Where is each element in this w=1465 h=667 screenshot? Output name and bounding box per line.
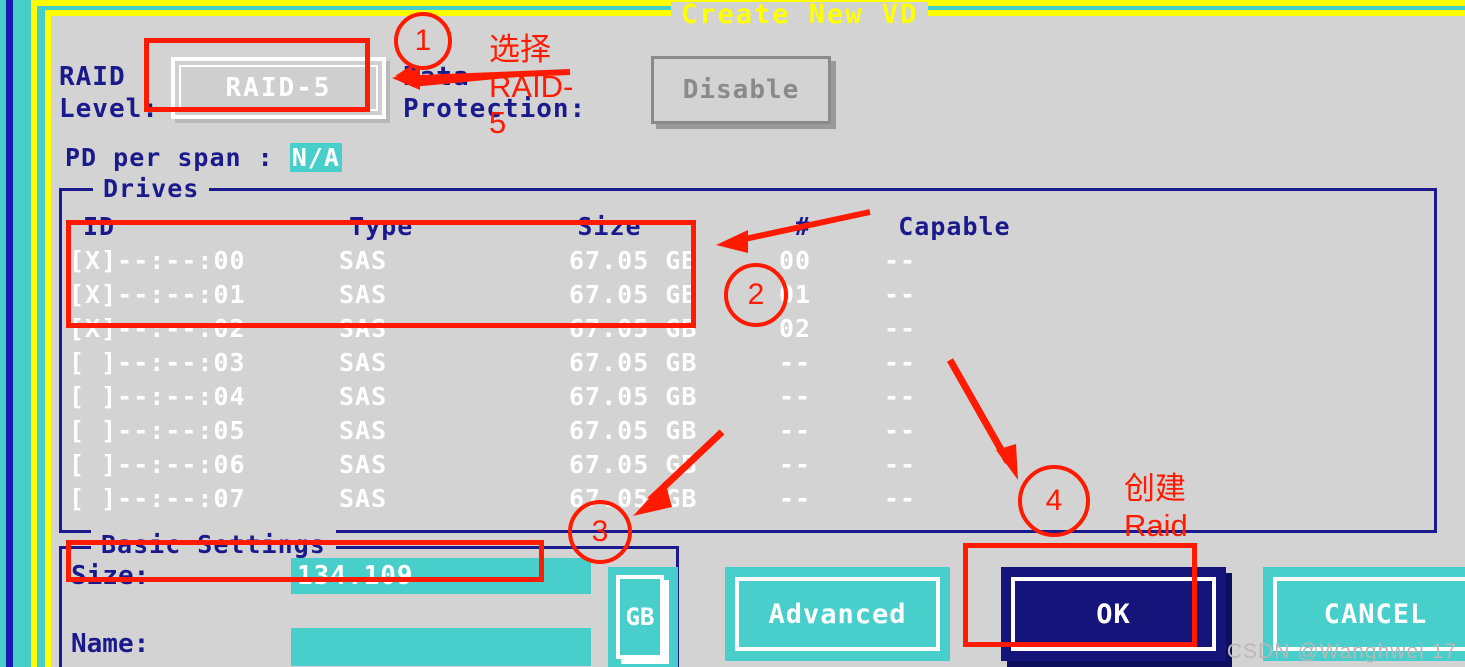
drives-panel-legend: Drives [93,174,210,203]
size-unit-value: GB [616,575,664,659]
column-header-id: ID [83,211,116,241]
drive-type: SAS [339,279,388,309]
size-input[interactable]: 134.109 [291,558,591,594]
table-row[interactable]: [ ]--:--:06 SAS 67.05 GB -- -- [69,447,1069,481]
drive-capable: -- [884,415,917,445]
drive-capable: -- [884,313,917,343]
drive-size: 67.05 GB [569,245,698,275]
data-protection-label: Data Protection: [403,61,586,125]
drive-type: SAS [339,245,388,275]
drive-id[interactable]: [ ]--:--:05 [69,416,339,445]
data-protection-label-line1: Data [403,62,470,92]
drive-size: 67.05 GB [569,347,698,377]
table-row[interactable]: [ ]--:--:05 SAS 67.05 GB -- -- [69,413,1069,447]
drive-id[interactable]: [ ]--:--:06 [69,450,339,479]
drive-size: 67.05 GB [569,381,698,411]
size-label: Size: [71,561,150,591]
table-row[interactable]: [ ]--:--:03 SAS 67.05 GB -- -- [69,345,1069,379]
drive-num: -- [779,449,812,479]
table-row[interactable]: [X]--:--:00 SAS 67.05 GB 00 -- [69,243,1069,277]
drive-type: SAS [339,313,388,343]
create-new-vd-dialog: Create New VD RAID Level: RAID-5 Data Pr… [51,1,1465,667]
raid-level-select[interactable]: RAID-5 [171,57,386,119]
drive-id[interactable]: [ ]--:--:03 [69,348,339,377]
column-header-type: Type [349,211,414,241]
drive-num: 01 [779,279,812,309]
drive-num: 00 [779,245,812,275]
data-protection-select[interactable]: Disable [651,56,831,124]
watermark: CSDN @Wanghwei 17 [1226,640,1457,663]
drive-id[interactable]: [X]--:--:01 [69,280,339,309]
ok-button-label: OK [1011,577,1216,651]
drive-num: -- [779,347,812,377]
name-input[interactable] [291,628,591,666]
drive-num: -- [779,415,812,445]
data-protection-label-line2: Protection: [403,94,587,124]
drive-capable: -- [884,381,917,411]
column-header-num: # [794,211,811,241]
size-unit-select[interactable]: GB [608,567,678,667]
pd-per-span-row: PD per span : N/A [65,143,342,172]
pd-per-span-label: PD per span : [65,143,290,172]
table-row[interactable]: [X]--:--:02 SAS 67.05 GB 02 -- [69,311,1069,345]
drive-type: SAS [339,449,388,479]
drive-size: 67.05 GB [569,279,698,309]
drive-id[interactable]: [ ]--:--:07 [69,484,339,513]
raid-level-select-value: RAID-5 [179,65,378,111]
drive-num: 02 [779,313,812,343]
advanced-button-label: Advanced [735,577,940,651]
drive-capable: -- [884,279,917,309]
drive-id[interactable]: [ ]--:--:04 [69,382,339,411]
drive-size: 67.05 GB [569,415,698,445]
drive-num: -- [779,483,812,513]
advanced-button[interactable]: Advanced [725,567,950,661]
drive-size: 67.05 GB [569,483,698,513]
table-row[interactable]: [X]--:--:01 SAS 67.05 GB 01 -- [69,277,1069,311]
drive-size: 67.05 GB [569,313,698,343]
drive-capable: -- [884,245,917,275]
drive-type: SAS [339,415,388,445]
table-row[interactable]: [ ]--:--:04 SAS 67.05 GB -- -- [69,379,1069,413]
name-label: Name: [71,629,150,659]
drive-capable: -- [884,347,917,377]
data-protection-select-value: Disable [682,75,800,105]
ok-button[interactable]: OK [1001,567,1226,661]
table-row[interactable]: [ ]--:--:07 SAS 67.05 GB -- -- [69,481,1069,515]
drives-table-header: ID Type Size # Capable [69,209,1069,243]
pd-per-span-value: N/A [289,143,342,172]
column-header-capable: Capable [898,211,1011,241]
drive-num: -- [779,381,812,411]
drive-type: SAS [339,381,388,411]
drive-id[interactable]: [X]--:--:02 [69,314,339,343]
drive-type: SAS [339,347,388,377]
column-header-size: Size [577,211,642,241]
drive-id[interactable]: [X]--:--:00 [69,246,339,275]
basic-settings-legend: Basic Settings [91,530,336,559]
drive-size: 67.05 GB [569,449,698,479]
screen-root: Create New VD RAID Level: RAID-5 Data Pr… [0,0,1465,667]
drive-type: SAS [339,483,388,513]
dialog-title: Create New VD [671,1,929,28]
drives-table: ID Type Size # Capable [X]--:--:00 SAS 6… [69,209,1069,515]
drive-capable: -- [884,483,917,513]
drive-capable: -- [884,449,917,479]
